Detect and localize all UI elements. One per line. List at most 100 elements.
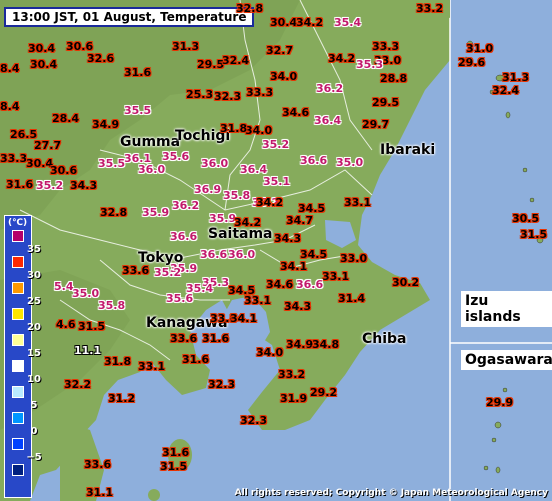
station-value: 32.3 bbox=[208, 378, 236, 391]
station-value: 32.8 bbox=[100, 206, 128, 219]
station-value: 35.3 bbox=[356, 58, 384, 71]
station-value: 36.6 bbox=[300, 154, 328, 167]
station-value: 30.2 bbox=[392, 276, 420, 289]
station-value: 33.1 bbox=[322, 270, 350, 283]
region-label-chiba: Chiba bbox=[362, 331, 407, 347]
station-value: 35.6 bbox=[162, 150, 190, 163]
station-value: 35.9 bbox=[209, 212, 237, 225]
station-value: 30.5 bbox=[512, 212, 540, 225]
station-value: 34.3 bbox=[70, 179, 98, 192]
legend-tick: 10 bbox=[27, 374, 41, 385]
station-value: 30.4 bbox=[28, 42, 56, 55]
station-value: 31.0 bbox=[466, 42, 494, 55]
station-value: 36.2 bbox=[172, 199, 200, 212]
station-value: 31.5 bbox=[160, 460, 188, 473]
station-value: 34.1 bbox=[230, 312, 258, 325]
station-value: 34.9 bbox=[92, 118, 120, 131]
legend-tick: 20 bbox=[27, 322, 41, 333]
station-value: 33.6 bbox=[122, 264, 150, 277]
station-value: 36.6 bbox=[200, 248, 228, 261]
station-value: 29.5 bbox=[197, 58, 225, 71]
station-value: 33.3 bbox=[0, 152, 28, 165]
station-value: 34.1 bbox=[280, 260, 308, 273]
station-value: 35.2 bbox=[36, 179, 64, 192]
station-value: 34.2 bbox=[234, 216, 262, 229]
station-value: 32.4 bbox=[492, 84, 520, 97]
station-value: 33.1 bbox=[138, 360, 166, 373]
legend-tick: 25 bbox=[27, 296, 41, 307]
station-value: 29.2 bbox=[310, 386, 338, 399]
station-value: 33.1 bbox=[344, 196, 372, 209]
legend-swatch bbox=[12, 282, 24, 294]
station-value: 36.6 bbox=[296, 278, 324, 291]
station-value: 35.0 bbox=[72, 287, 100, 300]
station-value: 35.8 bbox=[223, 189, 251, 202]
station-value: 27.7 bbox=[34, 139, 62, 152]
region-label-ogasawara: Ogasawara bbox=[461, 350, 552, 370]
station-value: 28.8 bbox=[380, 72, 408, 85]
station-value: 35.2 bbox=[262, 138, 290, 151]
station-value: 32.6 bbox=[87, 52, 115, 65]
station-value: 35.2 bbox=[154, 266, 182, 279]
station-value: 33.3 bbox=[246, 86, 274, 99]
station-value: 35.5 bbox=[124, 104, 152, 117]
station-value: 28.4 bbox=[52, 112, 80, 125]
station-value: 5.4 bbox=[54, 280, 74, 293]
station-value: 34.6 bbox=[266, 278, 294, 291]
station-value: 31.3 bbox=[502, 71, 530, 84]
legend-swatch bbox=[12, 308, 24, 320]
station-value: 32.8 bbox=[236, 2, 264, 15]
station-value: 11.1 bbox=[74, 344, 102, 357]
station-value: 34.2 bbox=[328, 52, 356, 65]
legend-swatch bbox=[12, 256, 24, 268]
temperature-map: 13:00 JST, 01 August, Temperature Gumma … bbox=[0, 0, 552, 501]
legend-swatch bbox=[12, 334, 24, 346]
copyright-notice: All rights reserved; Copyright © Japan M… bbox=[234, 488, 548, 498]
station-value: 30.4 bbox=[270, 16, 298, 29]
station-value: 33.1 bbox=[244, 294, 272, 307]
station-value: 31.8 bbox=[220, 122, 248, 135]
legend-tick: 5 bbox=[30, 400, 38, 411]
station-value: 33.6 bbox=[170, 332, 198, 345]
station-value: 8.4 bbox=[0, 62, 20, 75]
station-value: 34.3 bbox=[284, 300, 312, 313]
station-value: 32.3 bbox=[214, 90, 242, 103]
station-value: 35.8 bbox=[98, 299, 126, 312]
station-value: 31.3 bbox=[172, 40, 200, 53]
station-value: 36.4 bbox=[314, 114, 342, 127]
station-value: 8.4 bbox=[0, 100, 20, 113]
legend-tick: 15 bbox=[27, 348, 41, 359]
station-value: 31.6 bbox=[6, 178, 34, 191]
station-value: 35.0 bbox=[336, 156, 364, 169]
station-value: 35.4 bbox=[334, 16, 362, 29]
legend-tick: −5 bbox=[26, 452, 42, 463]
station-value: 36.6 bbox=[170, 230, 198, 243]
station-value: 33.3 bbox=[372, 40, 400, 53]
legend-swatch bbox=[12, 360, 24, 372]
station-value: 35.9 bbox=[142, 206, 170, 219]
station-value: 34.2 bbox=[256, 196, 284, 209]
station-value: 35.1 bbox=[263, 175, 291, 188]
station-value: 31.6 bbox=[124, 66, 152, 79]
station-value: 36.0 bbox=[138, 163, 166, 176]
station-value: 34.6 bbox=[282, 106, 310, 119]
station-value: 31.1 bbox=[86, 486, 114, 499]
legend: (℃) 35 30 25 20 15 10 5 0 −5 bbox=[4, 215, 42, 498]
legend-swatch bbox=[12, 438, 24, 450]
station-value: 33.6 bbox=[84, 458, 112, 471]
station-value: 32.7 bbox=[266, 44, 294, 57]
station-value: 34.2 bbox=[296, 16, 324, 29]
station-value: 29.7 bbox=[362, 118, 390, 131]
legend-tick: 30 bbox=[27, 270, 41, 281]
station-value: 34.7 bbox=[286, 214, 314, 227]
station-value: 30.4 bbox=[30, 58, 58, 71]
station-value: 32.4 bbox=[222, 54, 250, 67]
station-value: 31.8 bbox=[104, 355, 132, 368]
station-value: 36.9 bbox=[194, 183, 222, 196]
station-value: 31.6 bbox=[162, 446, 190, 459]
legend-swatch bbox=[12, 386, 24, 398]
station-value: 29.5 bbox=[372, 96, 400, 109]
station-value: 31.9 bbox=[280, 392, 308, 405]
legend-swatch bbox=[12, 412, 24, 424]
station-value: 32.3 bbox=[240, 414, 268, 427]
